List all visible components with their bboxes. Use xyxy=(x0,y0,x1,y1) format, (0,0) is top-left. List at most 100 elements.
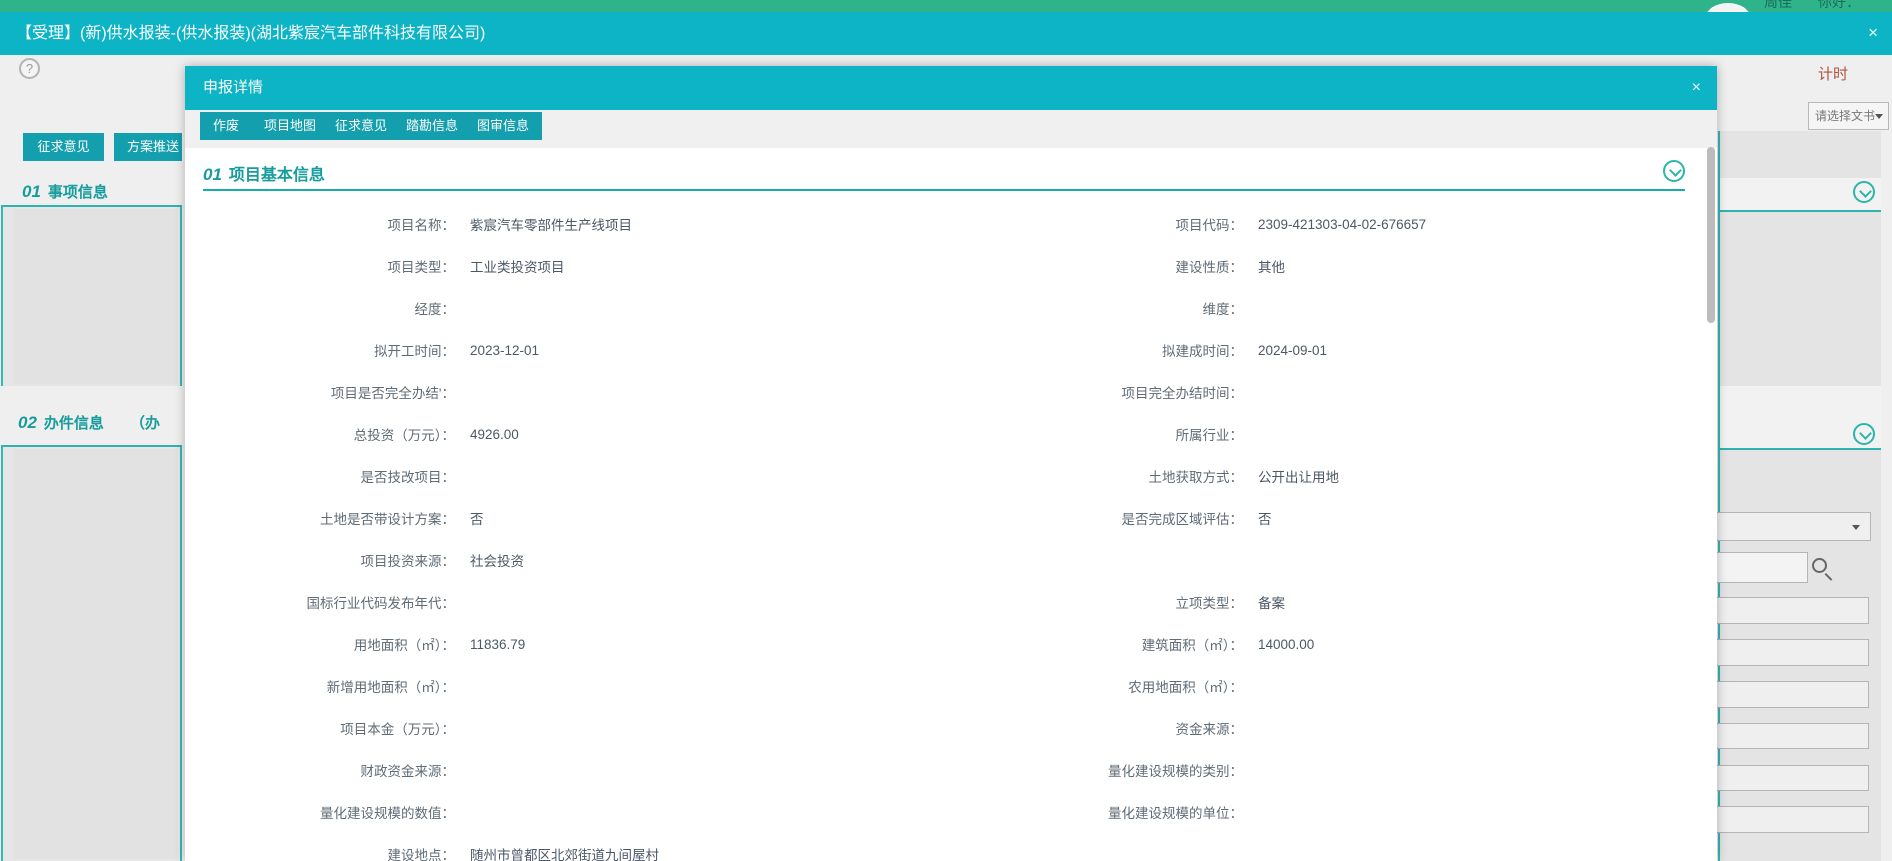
field-label: 项目完全办结时间： xyxy=(975,382,1243,402)
field-value: 工业类投资项目 xyxy=(455,256,975,276)
chevron-down-icon xyxy=(1852,525,1860,530)
field-label: 是否完成区域评估： xyxy=(975,508,1243,528)
bg-right-section-1-content xyxy=(1720,212,1881,386)
chevron-down-icon xyxy=(1875,114,1883,119)
field-value: 2024-09-01 xyxy=(1243,343,1699,358)
plan-push-button[interactable]: 方案推送 xyxy=(114,133,182,161)
field-label: 项目类型： xyxy=(203,256,455,276)
field-label: 资金来源： xyxy=(975,718,1243,738)
tab-drawing-review-info[interactable]: 图审信息 xyxy=(464,112,542,140)
field-label: 量化建设规模的数值： xyxy=(203,802,455,822)
field-label: 财政资金来源： xyxy=(203,760,455,780)
bg-right-toolbar-band xyxy=(1720,131,1881,178)
field-label: 建筑面积（㎡）： xyxy=(975,634,1243,654)
form-row: 用地面积（㎡）： 11836.79 建筑面积（㎡）： 14000.00 xyxy=(203,623,1699,665)
solicit-opinion-button[interactable]: 征求意见 xyxy=(23,133,104,161)
field-value: 2309-421303-04-02-676657 xyxy=(1243,217,1699,232)
field-value: 否 xyxy=(455,508,975,528)
bg-section-2-number: 02 xyxy=(18,413,37,432)
form-row: 项目投资来源： 社会投资 xyxy=(203,539,1699,581)
field-label: 土地获取方式： xyxy=(975,466,1243,486)
form-row: 国标行业代码发布年代： 立项类型： 备案 xyxy=(203,581,1699,623)
bg-section-2-text: 02 办件信息 （办 xyxy=(18,415,160,432)
modal-header: 申报详情 × xyxy=(185,66,1717,110)
collapse-chevron-icon[interactable] xyxy=(1853,423,1875,445)
field-label: 建设性质： xyxy=(975,256,1243,276)
form-row: 建设地点： 随州市曾都区北郊街道九间屋村 xyxy=(203,833,1699,861)
form-row: 经度： 维度： xyxy=(203,287,1699,329)
field-value: 14000.00 xyxy=(1243,637,1699,652)
timer-label: 计时 xyxy=(1818,63,1848,84)
field-label: 量化建设规模的单位： xyxy=(975,802,1243,822)
avatar xyxy=(1706,3,1750,12)
field-label: 项目名称： xyxy=(203,214,455,234)
field-label: 土地是否带设计方案： xyxy=(203,508,455,528)
tab-void[interactable]: 作废 xyxy=(200,112,252,140)
top-strip: 周佳 你好： xyxy=(0,0,1892,12)
bg-section-1-label: 事项信息 xyxy=(48,184,108,201)
field-value: 11836.79 xyxy=(455,637,975,652)
modal-scrollbar-thumb[interactable] xyxy=(1707,147,1715,323)
field-label: 项目本金（万元）： xyxy=(203,718,455,738)
field-label: 总投资（万元）： xyxy=(203,424,455,444)
collapse-chevron-icon[interactable] xyxy=(1853,181,1875,203)
plan-push-button-clipped: 方案推送 xyxy=(114,133,182,161)
field-label: 新增用地面积（㎡）： xyxy=(203,676,455,696)
bg-section-1-number: 01 xyxy=(22,182,41,201)
tab-project-map[interactable]: 项目地图 xyxy=(251,112,329,140)
window-title-bar: 【受理】(新)供水报装-(供水报装)(湖北紫宸汽车部件科技有限公司) × xyxy=(0,12,1892,55)
help-icon[interactable]: ? xyxy=(19,58,40,79)
modal-title: 申报详情 xyxy=(203,66,263,110)
field-value: 社会投资 xyxy=(455,550,975,570)
form-row: 新增用地面积（㎡）： 农用地面积（㎡）： xyxy=(203,665,1699,707)
bg-section-2-title: 02 办件信息 （办 xyxy=(18,412,182,433)
modal-section-number: 01 xyxy=(203,165,222,184)
bg-section-1-content xyxy=(1,207,182,386)
field-label: 项目代码： xyxy=(975,214,1243,234)
tab-solicit-opinion[interactable]: 征求意见 xyxy=(322,112,400,140)
field-value: 紫宸汽车零部件生产线项目 xyxy=(455,214,975,234)
modal-section-title: 01 项目基本信息 xyxy=(203,161,325,185)
bg-section-2-subtitle-fragment: （办 xyxy=(130,415,160,432)
field-value: 4926.00 xyxy=(455,427,975,442)
document-select-value: 请选择文书 xyxy=(1815,103,1875,129)
tab-survey-info[interactable]: 踏勘信息 xyxy=(393,112,471,140)
field-label: 所属行业： xyxy=(975,424,1243,444)
user-name-fragment: 周佳 xyxy=(1764,0,1792,12)
bg-section-1-inner xyxy=(13,209,178,384)
search-icon[interactable] xyxy=(1812,558,1827,573)
field-label: 维度： xyxy=(975,298,1243,318)
field-label: 项目是否完全办结'： xyxy=(203,382,455,402)
greeting-fragment: 你好： xyxy=(1818,0,1860,12)
field-value: 否 xyxy=(1243,508,1699,528)
app-canvas: 周佳 你好： 【受理】(新)供水报装-(供水报装)(湖北紫宸汽车部件科技有限公司… xyxy=(0,0,1892,861)
collapse-chevron-icon[interactable] xyxy=(1663,160,1685,182)
field-label: 国标行业代码发布年代： xyxy=(203,592,455,612)
modal-section-label: 项目基本信息 xyxy=(229,167,325,184)
document-select[interactable]: 请选择文书 xyxy=(1808,102,1889,130)
field-label: 建设地点： xyxy=(203,844,455,861)
field-value: 公开出让用地 xyxy=(1243,466,1699,486)
form-row: 总投资（万元）： 4926.00 所属行业： xyxy=(203,413,1699,455)
close-icon[interactable]: × xyxy=(1692,79,1701,97)
close-icon[interactable]: × xyxy=(1868,24,1878,42)
modal-tab-band: 作废 项目地图 征求意见 踏勘信息 图审信息 xyxy=(185,110,1717,148)
form-row: 拟开工时间： 2023-12-01 拟建成时间： 2024-09-01 xyxy=(203,329,1699,371)
page-title: 【受理】(新)供水报装-(供水报装)(湖北紫宸汽车部件科技有限公司) xyxy=(16,12,485,55)
field-label: 项目投资来源： xyxy=(203,550,455,570)
form-row: 项目本金（万元）： 资金来源： xyxy=(203,707,1699,749)
field-label: 是否技改项目： xyxy=(203,466,455,486)
form-row: 是否技改项目： 土地获取方式： 公开出让用地 xyxy=(203,455,1699,497)
bg-section-2-content xyxy=(1,447,182,861)
form-row: 项目名称： 紫宸汽车零部件生产线项目 项目代码： 2309-421303-04-… xyxy=(203,203,1699,245)
bg-section-1-title: 01 事项信息 xyxy=(22,181,108,202)
field-value: 2023-12-01 xyxy=(455,343,975,358)
bg-right-panel xyxy=(1718,131,1881,861)
field-value: 其他 xyxy=(1243,256,1699,276)
form-row: 财政资金来源： 量化建设规模的类别： xyxy=(203,749,1699,791)
bg-section-2-label: 办件信息 xyxy=(44,415,104,432)
form-row: 项目类型： 工业类投资项目 建设性质： 其他 xyxy=(203,245,1699,287)
field-label: 经度： xyxy=(203,298,455,318)
field-value: 随州市曾都区北郊街道九间屋村 xyxy=(455,844,975,861)
modal-section-header: 01 项目基本信息 xyxy=(203,158,1685,191)
